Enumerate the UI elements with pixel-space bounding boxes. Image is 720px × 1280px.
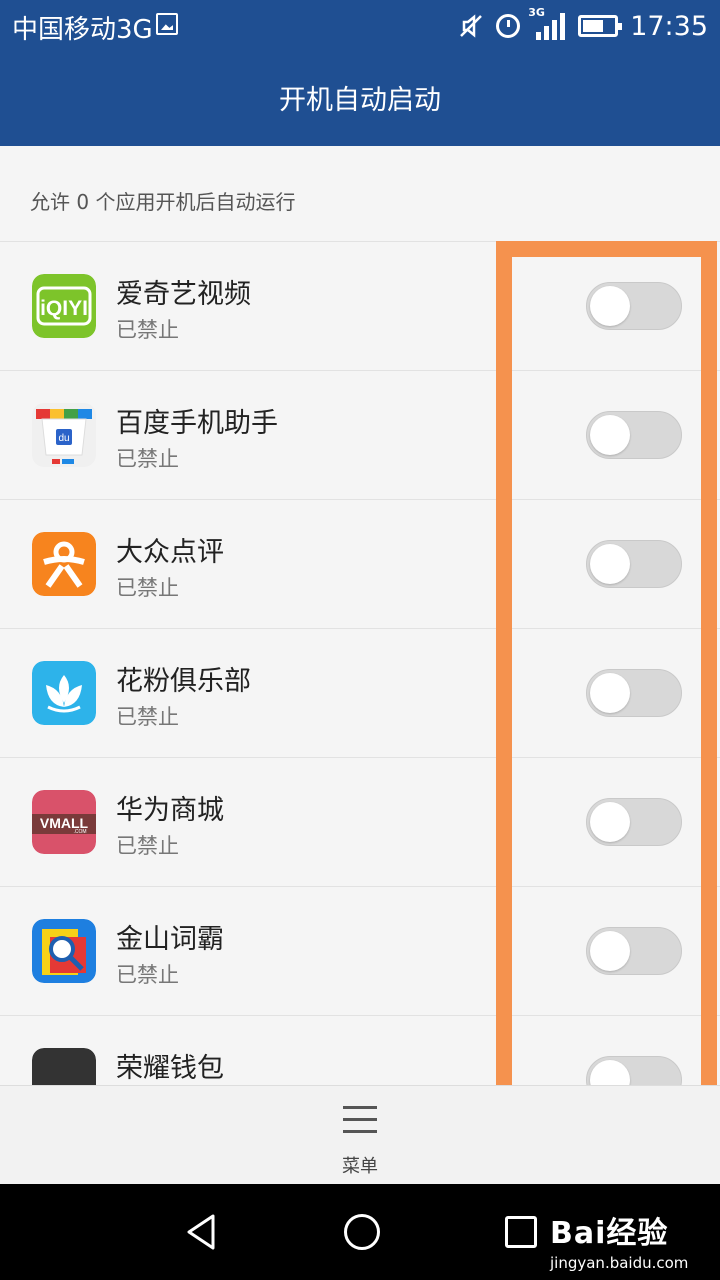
autostart-toggle[interactable]	[586, 1056, 682, 1085]
signal-icon: 3G	[528, 6, 566, 40]
summary-text: 允许 0 个应用开机后自动运行	[30, 190, 296, 214]
status-bar: 中国移动3G 3G 17:35	[0, 0, 720, 52]
app-header: 中国移动3G 3G 17:35 开机自动启动	[0, 0, 720, 146]
huafen-club-app-icon	[32, 661, 96, 725]
app-status: 已禁止	[116, 576, 179, 600]
autostart-toggle[interactable]	[586, 669, 682, 717]
image-icon	[156, 13, 178, 35]
toggle-knob	[590, 286, 630, 326]
kingsoft-powerword-app-icon	[32, 919, 96, 983]
app-status: 已禁止	[116, 447, 179, 471]
list-item: VMALL .COM 华为商城 已禁止	[0, 758, 720, 887]
list-item: du 百度手机助手 已禁止	[0, 371, 720, 500]
toggle-knob	[590, 673, 630, 713]
mute-icon	[458, 13, 484, 39]
app-status: 已禁止	[116, 318, 179, 342]
list-item: iQIYI 爱奇艺视频 已禁止	[0, 242, 720, 371]
carrier-label: 中国移动3G	[12, 15, 153, 45]
autostart-toggle[interactable]	[586, 540, 682, 588]
app-status: 已禁止	[116, 705, 179, 729]
app-name: 大众点评	[116, 537, 224, 568]
baidu-logo-text: du	[58, 433, 69, 444]
app-list[interactable]: iQIYI 爱奇艺视频 已禁止 du 百度手机助手 已禁止 大众点评 已禁止 花…	[0, 241, 720, 1085]
dianping-app-icon	[32, 532, 96, 596]
home-icon[interactable]	[344, 1214, 380, 1250]
navigation-bar: Bai经验 jingyan.baidu.com	[0, 1184, 720, 1280]
clock: 17:35	[630, 10, 708, 42]
autostart-toggle[interactable]	[586, 411, 682, 459]
bottom-menu-bar[interactable]: 菜单	[0, 1085, 720, 1184]
toggle-knob	[590, 544, 630, 584]
app-name: 百度手机助手	[116, 408, 278, 439]
menu-icon[interactable]	[343, 1106, 377, 1134]
list-item: 金山词霸 已禁止	[0, 887, 720, 1016]
app-name: 爱奇艺视频	[116, 279, 251, 310]
list-item: 荣耀钱包	[0, 1016, 720, 1085]
watermark-url: jingyan.baidu.com	[550, 1254, 689, 1272]
toggle-knob	[590, 1060, 630, 1085]
alarm-icon	[496, 14, 521, 38]
menu-label: 菜单	[342, 1156, 378, 1177]
watermark-brand: Bai经验	[550, 1216, 669, 1251]
battery-icon	[578, 15, 623, 37]
vmall-app-icon: VMALL .COM	[32, 790, 96, 854]
list-item: 大众点评 已禁止	[0, 500, 720, 629]
vmall-logo-subtext: .COM	[73, 829, 86, 835]
back-icon[interactable]	[183, 1212, 223, 1252]
autostart-toggle[interactable]	[586, 927, 682, 975]
iqiyi-logo-text: iQIYI	[40, 297, 88, 320]
recent-apps-icon[interactable]	[505, 1216, 537, 1248]
honor-wallet-app-icon	[32, 1048, 96, 1085]
page-title: 开机自动启动	[279, 85, 441, 116]
toggle-knob	[590, 802, 630, 842]
iqiyi-app-icon: iQIYI	[32, 274, 96, 338]
app-name: 金山词霸	[116, 924, 224, 955]
app-status: 已禁止	[116, 834, 179, 858]
toggle-knob	[590, 415, 630, 455]
toggle-knob	[590, 931, 630, 971]
app-name: 华为商城	[116, 795, 224, 826]
list-item: 花粉俱乐部 已禁止	[0, 629, 720, 758]
network-type-label: 3G	[528, 6, 545, 19]
baidu-assistant-app-icon: du	[32, 403, 96, 467]
app-status: 已禁止	[116, 963, 179, 987]
baidu-jingyan-watermark: Bai经验 jingyan.baidu.com	[550, 1208, 688, 1272]
autostart-toggle[interactable]	[586, 798, 682, 846]
autostart-toggle[interactable]	[586, 282, 682, 330]
app-name: 荣耀钱包	[116, 1053, 224, 1084]
app-name: 花粉俱乐部	[116, 666, 251, 697]
